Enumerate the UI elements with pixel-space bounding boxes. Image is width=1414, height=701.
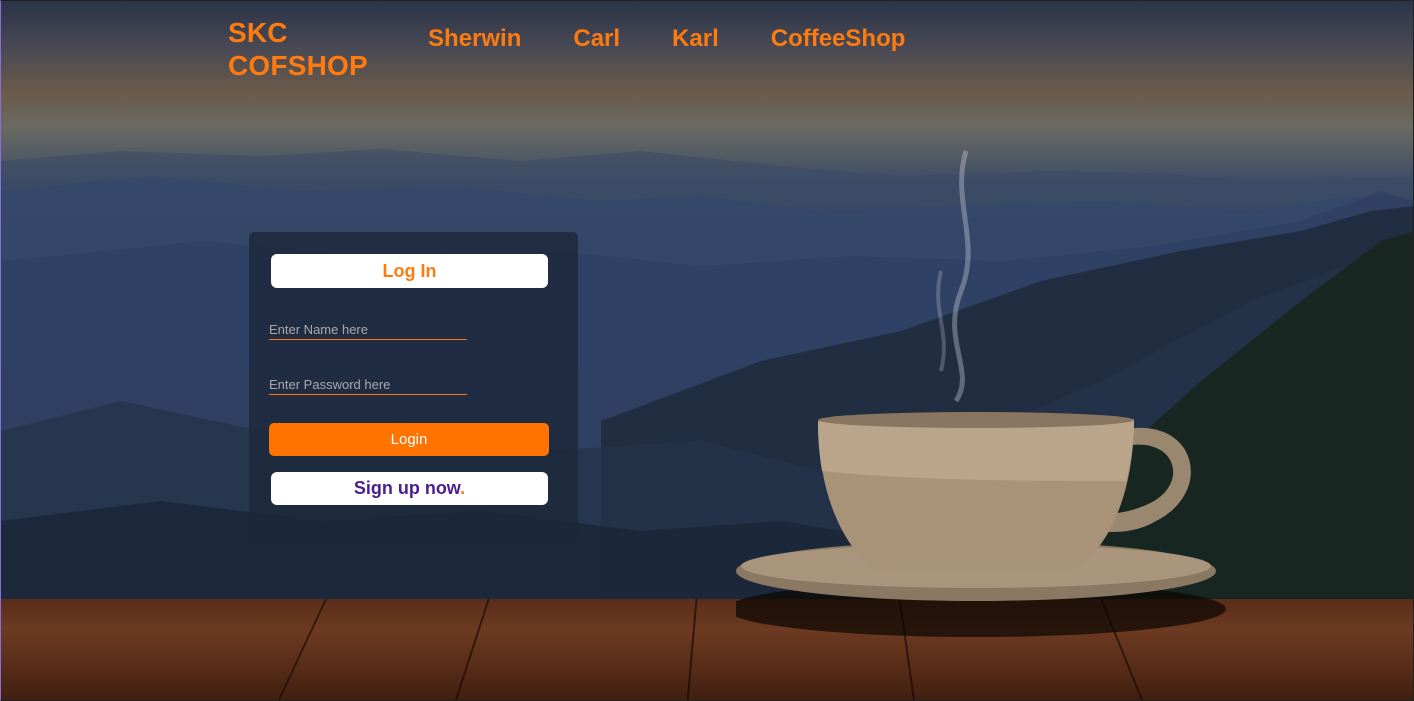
brand-line-1: SKC [228, 17, 288, 48]
name-input[interactable] [269, 319, 467, 340]
coffee-cup-image [736, 150, 1226, 637]
signup-link[interactable]: Sign up now. [271, 472, 548, 505]
nav-link-carl[interactable]: Carl [573, 25, 620, 53]
login-card: Log In Login Sign up now. [249, 232, 578, 545]
main-nav: Sherwin Carl Karl CoffeeShop [428, 25, 957, 53]
signup-dot: . [460, 478, 466, 498]
brand-logo[interactable]: SKC COFSHOP [228, 16, 368, 82]
nav-link-karl[interactable]: Karl [672, 25, 719, 53]
login-button[interactable]: Login [269, 423, 549, 456]
nav-link-coffeeshop[interactable]: CoffeeShop [771, 25, 906, 53]
login-page: SKC COFSHOP Sherwin Carl Karl CoffeeShop… [0, 0, 1414, 701]
brand-line-2: COFSHOP [228, 50, 368, 81]
login-title: Log In [271, 254, 548, 288]
signup-text: Sign up now [353, 478, 461, 498]
nav-link-sherwin[interactable]: Sherwin [428, 25, 521, 53]
password-input[interactable] [269, 374, 467, 395]
